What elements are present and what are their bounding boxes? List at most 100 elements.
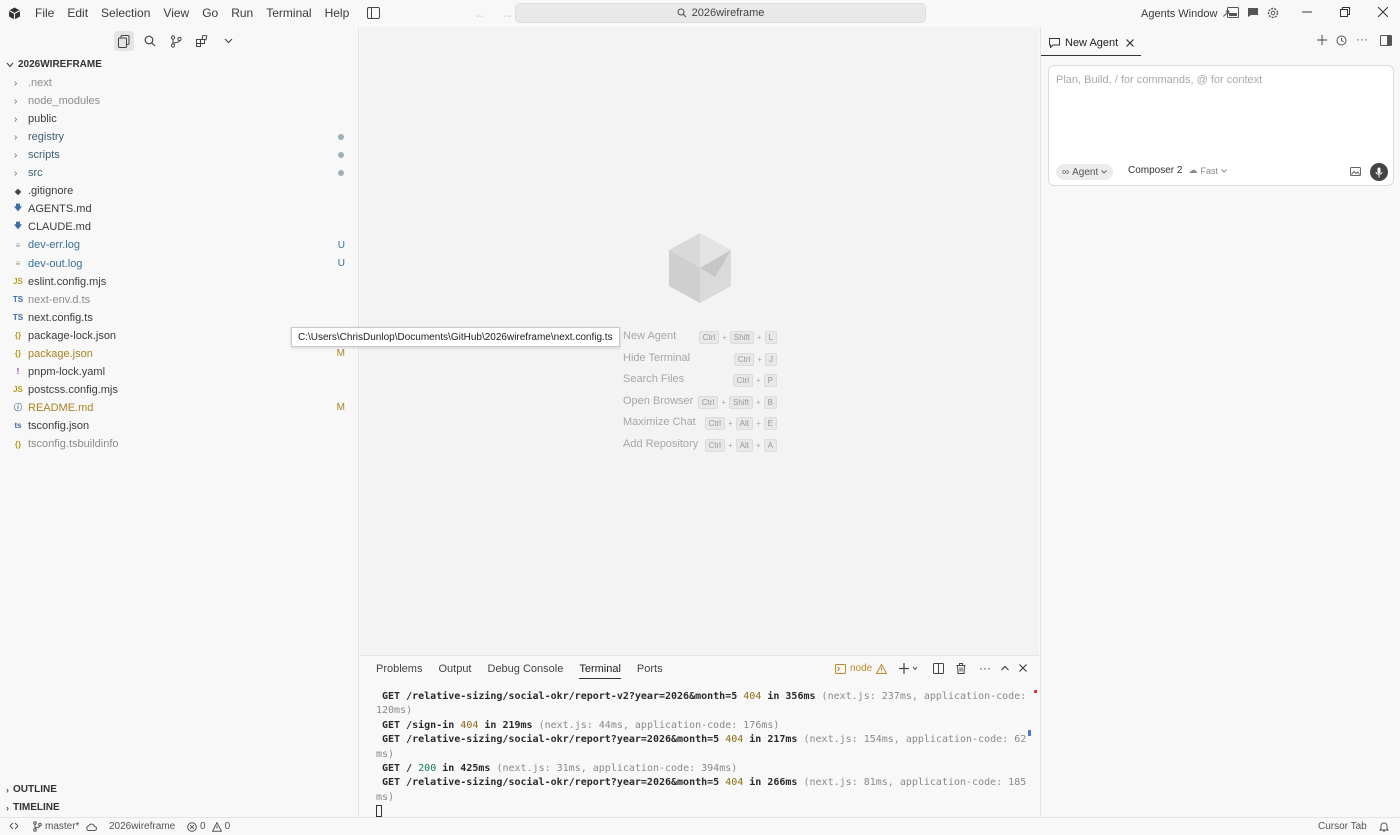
shortcut-keys: Ctrl + Alt + A	[704, 438, 777, 452]
menu-help[interactable]: Help	[325, 6, 350, 20]
tab-terminal[interactable]: Terminal	[579, 663, 621, 679]
cursor-tab-status[interactable]: Cursor Tab	[1318, 821, 1367, 832]
tree-file-item[interactable]: {} package.json M	[0, 345, 358, 363]
tree-item-label: registry	[28, 131, 65, 144]
agent-composer[interactable]: Plan, Build, / for commands, @ for conte…	[1048, 65, 1394, 186]
close-window-button[interactable]	[1378, 7, 1388, 17]
shortcut-label[interactable]: Maximize Chat	[623, 416, 696, 428]
problems-status[interactable]: 0 0	[187, 821, 230, 832]
menu-view[interactable]: View	[163, 6, 189, 20]
tree-file-item[interactable]: JS postcss.config.mjs	[0, 381, 358, 399]
plus-icon[interactable]	[1317, 35, 1327, 45]
chevron-down-icon[interactable]	[218, 31, 238, 51]
menu-go[interactable]: Go	[202, 6, 218, 20]
explorer-view-icon[interactable]	[114, 31, 134, 51]
speed-icon: ☁	[1188, 165, 1198, 175]
tree-item-label: .next	[28, 77, 52, 89]
tree-file-item[interactable]: {} tsconfig.tsbuildinfo	[0, 435, 358, 453]
tree-file-item[interactable]: 🡇 AGENTS.md	[0, 200, 358, 218]
toggle-agent-pane-icon[interactable]	[1380, 35, 1392, 46]
menu-file[interactable]: File	[35, 6, 54, 20]
image-attach-icon[interactable]	[1350, 167, 1361, 176]
shortcut-label[interactable]: Open Browser	[623, 395, 693, 407]
close-icon[interactable]	[1126, 39, 1135, 47]
tree-file-item[interactable]: ts tsconfig.json	[0, 417, 358, 435]
terminal-segment: (next.js: 31ms, application-code: 394ms)	[496, 763, 738, 774]
tree-file-item[interactable]: TS next.config.ts	[0, 309, 358, 327]
tab-ports[interactable]: Ports	[637, 663, 663, 679]
layout-panel-icon[interactable]	[1227, 7, 1239, 18]
maximize-panel-icon[interactable]	[1000, 663, 1010, 673]
key-separator: +	[722, 333, 727, 342]
tree-file-item[interactable]: ≡ dev-err.log U	[0, 236, 358, 254]
tab-debug-console[interactable]: Debug Console	[488, 663, 564, 679]
tab-output[interactable]: Output	[438, 663, 471, 679]
git-status-badge: U	[337, 239, 345, 251]
key-cap: Ctrl	[704, 438, 725, 452]
tree-item-label: package-lock.json	[28, 329, 117, 342]
chat-icon[interactable]	[1247, 7, 1259, 18]
tree-folder-item[interactable]: › src	[0, 164, 358, 182]
agents-window-button[interactable]: Agents Window ↗	[1141, 7, 1231, 21]
key-separator: +	[755, 376, 761, 385]
command-center-search[interactable]: 2026wireframe	[515, 3, 926, 23]
terminal-segment: GET /sign-in	[376, 719, 461, 731]
branch-status[interactable]: master*	[33, 821, 98, 832]
tree-folder-item[interactable]: › registry	[0, 128, 358, 146]
menu-selection[interactable]: Selection	[101, 6, 150, 20]
source-control-icon[interactable]	[166, 31, 186, 51]
tree-item-label: next-env.d.ts	[28, 293, 91, 306]
shortcut-label[interactable]: Search Files	[623, 373, 684, 385]
shortcut-label[interactable]: Add Repository	[623, 438, 698, 450]
tree-folder-item[interactable]: › scripts	[0, 146, 358, 164]
remote-indicator-icon[interactable]	[9, 821, 19, 831]
search-view-icon[interactable]	[140, 31, 160, 51]
menu-terminal[interactable]: Terminal	[266, 6, 311, 20]
notifications-bell-icon[interactable]	[1379, 821, 1389, 832]
timeline-section-header[interactable]: › TIMELINE	[6, 802, 60, 813]
menu-run[interactable]: Run	[231, 6, 253, 20]
tree-file-item[interactable]: ! pnpm-lock.yaml	[0, 363, 358, 381]
terminal-instance[interactable]: node	[835, 663, 888, 674]
workspace-status[interactable]: 2026wireframe	[109, 821, 175, 832]
menu-edit[interactable]: Edit	[67, 6, 88, 20]
new-terminal-icon[interactable]	[899, 663, 919, 674]
tab-new-agent[interactable]: New Agent	[1049, 33, 1135, 53]
minimize-button[interactable]	[1302, 7, 1312, 17]
back-arrow-icon[interactable]: ←	[474, 7, 486, 21]
tree-file-item[interactable]: ⓘ README.md M	[0, 399, 358, 417]
tab-problems[interactable]: Problems	[376, 663, 422, 679]
tree-file-item[interactable]: ◆ .gitignore	[0, 182, 358, 200]
outline-section-header[interactable]: › OUTLINE	[6, 784, 57, 795]
split-terminal-icon[interactable]	[933, 663, 944, 674]
extensions-icon[interactable]	[192, 31, 212, 51]
tree-file-item[interactable]: JS eslint.config.mjs	[0, 273, 358, 291]
workspace-folder-header[interactable]: 2026WIREFRAME	[6, 59, 102, 70]
toggle-sidebar-icon[interactable]	[367, 7, 380, 19]
model-selector[interactable]: Composer 2 ☁ Fast	[1128, 165, 1227, 176]
more-actions-icon[interactable]: ···	[979, 661, 991, 675]
forward-arrow-icon[interactable]: →	[501, 7, 513, 21]
shortcut-label[interactable]: Hide Terminal	[623, 352, 690, 364]
file-type-yaml-icon: !	[16, 367, 20, 377]
agent-mode-selector[interactable]: ∞ Agent	[1056, 164, 1114, 180]
gear-icon[interactable]	[1267, 7, 1279, 19]
microphone-icon[interactable]	[1370, 163, 1388, 181]
tree-folder-item[interactable]: › public	[0, 110, 358, 128]
close-panel-icon[interactable]	[1018, 663, 1028, 673]
history-icon[interactable]	[1336, 35, 1347, 46]
more-options-icon[interactable]: ···	[1356, 32, 1368, 46]
agent-input-placeholder[interactable]: Plan, Build, / for commands, @ for conte…	[1056, 74, 1262, 86]
tree-item-label: eslint.config.mjs	[28, 275, 107, 288]
key-cap: Alt	[735, 417, 753, 430]
agent-mode-label: Agent	[1072, 166, 1099, 178]
tree-folder-item[interactable]: › node_modules	[0, 92, 358, 110]
restore-button[interactable]	[1340, 7, 1350, 17]
trash-icon[interactable]	[956, 663, 966, 674]
tree-file-item[interactable]: ≡ dev-out.log U	[0, 255, 358, 273]
tree-item-label: node_modules	[28, 95, 101, 108]
tree-file-item[interactable]: TS next-env.d.ts	[0, 291, 358, 309]
tree-folder-item[interactable]: › .next	[0, 74, 358, 92]
tree-file-item[interactable]: 🡇 CLAUDE.md	[0, 218, 358, 236]
shortcut-label[interactable]: New Agent	[623, 330, 676, 342]
